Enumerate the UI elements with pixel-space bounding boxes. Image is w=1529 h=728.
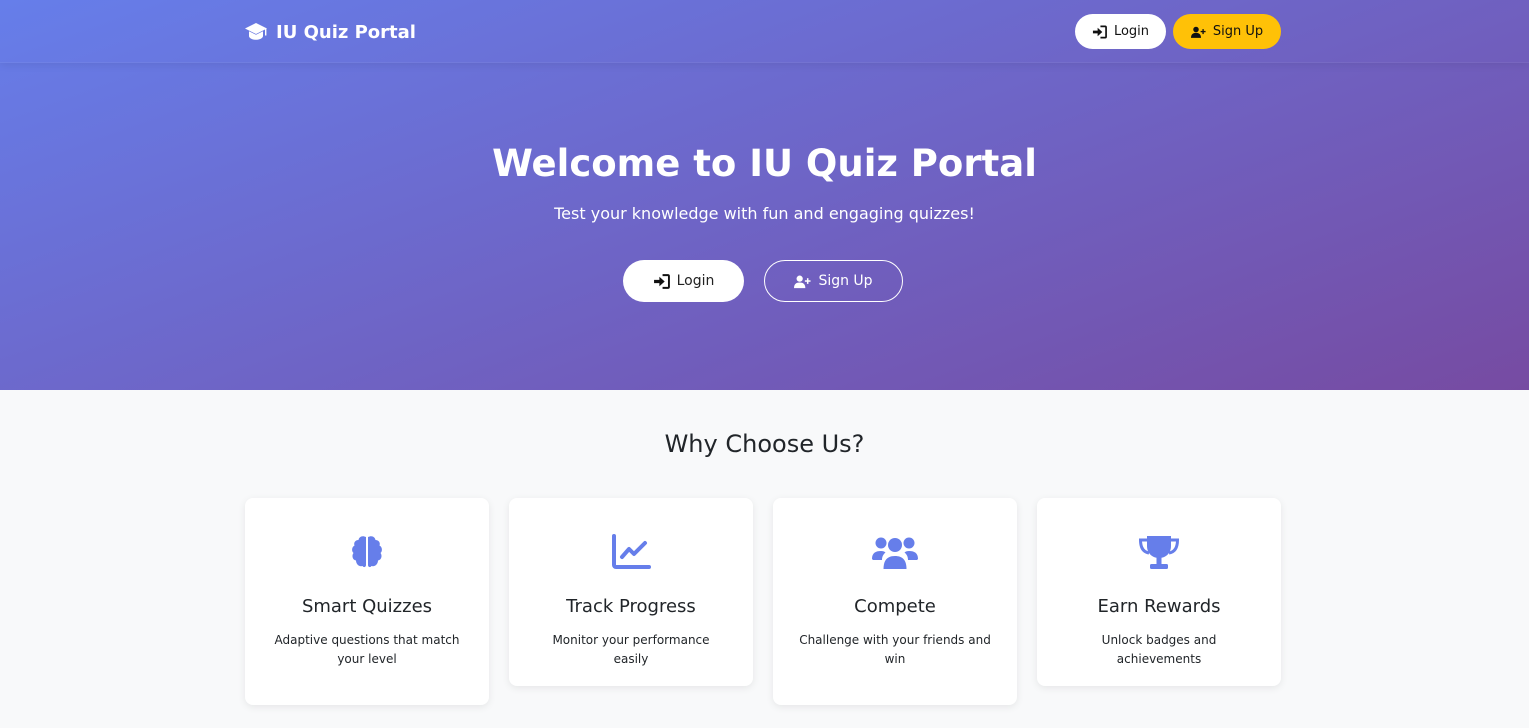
nav-signup-button[interactable]: Sign Up: [1173, 14, 1281, 49]
user-plus-icon: [1190, 26, 1206, 38]
feature-card-earn-rewards: Earn Rewards Unlock badges and achieveme…: [1037, 498, 1281, 686]
trophy-icon: [1138, 536, 1180, 569]
users-icon: [872, 537, 918, 569]
feature-title: Smart Quizzes: [301, 596, 433, 617]
brain-icon: [352, 536, 382, 568]
navbar: IU Quiz Portal Login Sign Up: [0, 0, 1529, 63]
feature-description: Adaptive questions that match your level: [274, 633, 460, 666]
graduation-cap-icon: [245, 23, 267, 40]
brand-name: IU Quiz Portal: [276, 21, 416, 43]
user-plus-icon: [794, 275, 811, 288]
hero-title: Welcome to IU Quiz Portal: [492, 142, 1037, 185]
hero-subtitle: Test your knowledge with fun and engagin…: [554, 204, 975, 223]
feature-card-track-progress: Track Progress Monitor your performance …: [509, 498, 753, 686]
feature-title: Earn Rewards: [1097, 596, 1221, 617]
hero-signup-label: Sign Up: [818, 273, 873, 289]
feature-description: Unlock badges and achievements: [1101, 633, 1217, 666]
feature-card-smart-quizzes: Smart Quizzes Adaptive questions that ma…: [245, 498, 489, 705]
hero-login-label: Login: [676, 273, 715, 289]
hero-section: IU Quiz Portal Login Sign Up Welcome to …: [0, 0, 1529, 390]
feature-title: Compete: [854, 596, 936, 617]
chart-line-icon: [612, 534, 651, 569]
feature-description: Challenge with your friends and win: [799, 633, 991, 666]
feature-title: Track Progress: [566, 596, 696, 617]
feature-card-compete: Compete Challenge with your friends and …: [773, 498, 1017, 705]
nav-signup-label: Sign Up: [1212, 24, 1264, 39]
sign-in-icon: [1092, 25, 1107, 38]
hero-login-button[interactable]: Login: [623, 260, 744, 302]
nav-login-label: Login: [1113, 24, 1150, 39]
hero-signup-button[interactable]: Sign Up: [764, 260, 903, 302]
feature-description: Monitor your performance easily: [552, 633, 710, 666]
nav-login-button[interactable]: Login: [1075, 14, 1166, 49]
brand-link[interactable]: IU Quiz Portal: [244, 20, 416, 44]
sign-in-icon: [653, 273, 670, 289]
features-title: Why Choose Us?: [664, 430, 865, 458]
